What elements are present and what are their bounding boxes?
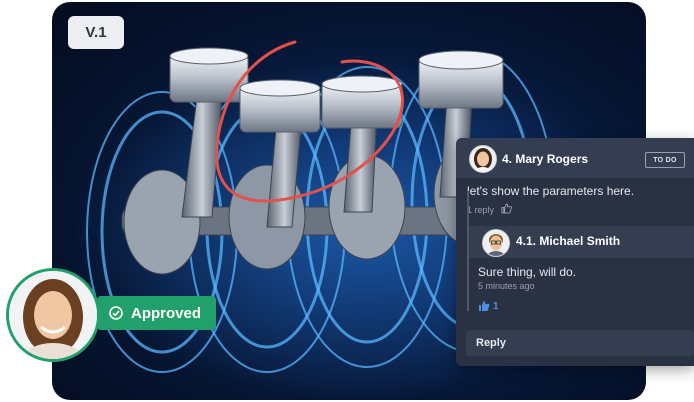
like-count: 1 xyxy=(493,300,499,312)
reply-author[interactable]: 4.1. Michael Smith xyxy=(516,234,620,248)
thumbs-up-icon xyxy=(479,301,490,311)
mary-rogers-avatar xyxy=(469,145,497,173)
reply-input[interactable]: Reply xyxy=(466,330,694,356)
version-badge[interactable]: V.1 xyxy=(68,16,124,49)
comment-thread-panel: 4. Mary Rogers TO DO let's show the para… xyxy=(456,138,694,366)
approved-label: Approved xyxy=(131,304,202,322)
todo-status-badge[interactable]: TO DO xyxy=(645,152,685,168)
approved-badge: Approved xyxy=(97,296,216,330)
like-button[interactable]: 1 xyxy=(478,300,499,312)
comment-text: let's show the parameters here. xyxy=(467,184,635,198)
reply-button-label: Reply xyxy=(476,337,506,349)
thumbs-up-icon[interactable] xyxy=(501,203,512,214)
approver-avatar xyxy=(6,268,100,362)
comment-author[interactable]: 4. Mary Rogers xyxy=(502,152,588,166)
check-circle-icon xyxy=(109,306,123,320)
reply-text: Sure thing, will do. xyxy=(478,265,577,279)
reply-count[interactable]: 1 reply xyxy=(467,205,494,215)
michael-smith-avatar xyxy=(482,229,510,257)
reply-timestamp: 5 minutes ago xyxy=(478,281,535,291)
